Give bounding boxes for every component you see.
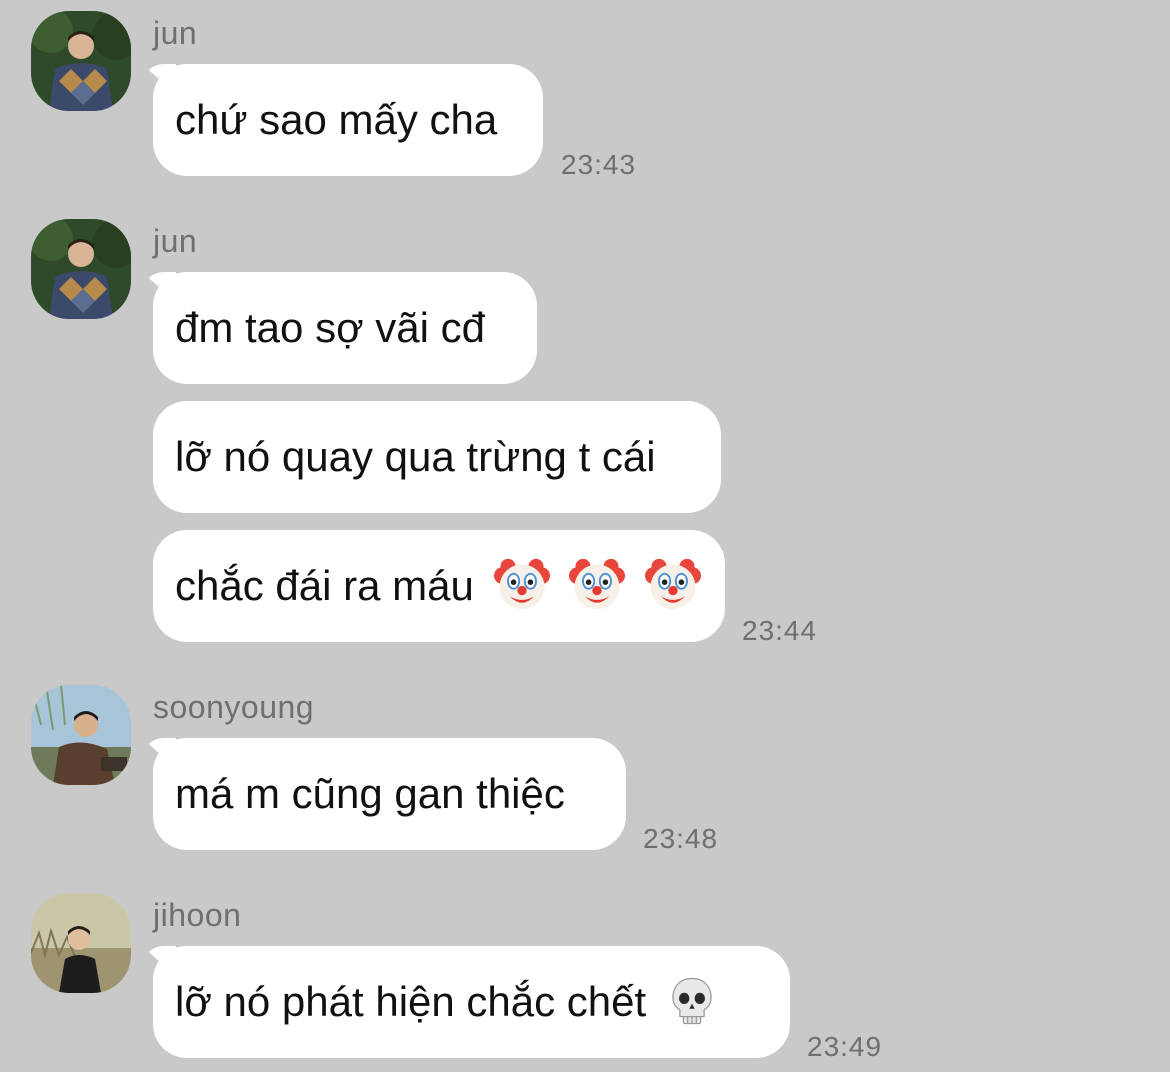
avatar-jihoon[interactable] xyxy=(31,893,131,993)
message-timestamp: 23:48 xyxy=(643,823,719,854)
sender-name: soonyoung xyxy=(153,689,315,725)
clown-face-emoji-icon xyxy=(569,557,625,613)
sender-name: jihoon xyxy=(153,897,242,933)
message-bubble[interactable]: lỡ nó quay qua trừng t cái xyxy=(153,401,721,513)
message-bubble[interactable]: chắc đái ra máu xyxy=(153,530,725,642)
message-text: đm tao sợ vãi cđ xyxy=(175,304,485,351)
avatar-soonyoung[interactable] xyxy=(31,685,131,785)
message-bubble[interactable]: chứ sao mấy cha xyxy=(153,64,543,176)
message-bubble[interactable]: đm tao sợ vãi cđ xyxy=(153,272,537,384)
avatar-jun[interactable] xyxy=(31,219,131,319)
message-text: chắc đái ra máu xyxy=(175,562,474,609)
message-timestamp: 23:44 xyxy=(742,615,818,646)
clown-face-emoji-icon xyxy=(645,557,701,613)
avatar-jun-photo-icon xyxy=(31,11,131,111)
avatar-soonyoung-photo-icon xyxy=(31,685,131,785)
message-text: lỡ nó phát hiện chắc chết xyxy=(175,978,647,1025)
message-text: lỡ nó quay qua trừng t cái xyxy=(175,433,656,480)
message-text: má m cũng gan thiệc xyxy=(175,770,565,817)
skull-emoji-icon xyxy=(666,975,718,1027)
avatar-jihoon-photo-icon xyxy=(31,893,131,993)
message-timestamp: 23:43 xyxy=(561,149,637,180)
message-bubble[interactable]: lỡ nó phát hiện chắc chết xyxy=(153,946,790,1058)
sender-name: jun xyxy=(153,223,198,259)
message-text: chứ sao mấy cha xyxy=(175,96,498,143)
avatar-jun-photo-icon xyxy=(31,219,131,319)
message-timestamp: 23:49 xyxy=(807,1031,883,1062)
sender-name: jun xyxy=(153,15,198,51)
avatar-jun[interactable] xyxy=(31,11,131,111)
clown-face-emoji-icon xyxy=(494,557,550,613)
message-bubble[interactable]: má m cũng gan thiệc xyxy=(153,738,626,850)
